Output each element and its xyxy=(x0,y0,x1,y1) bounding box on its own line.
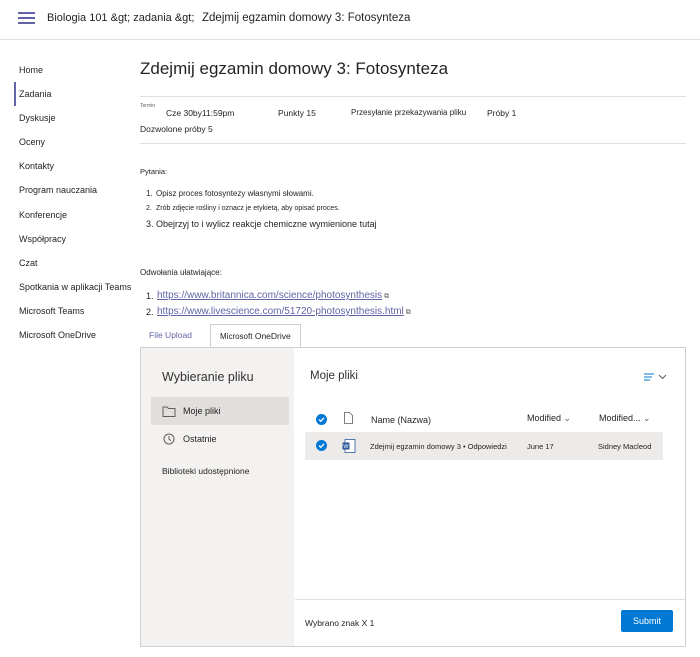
submit-button[interactable]: Submit xyxy=(621,610,673,632)
file-type-icon xyxy=(344,412,353,424)
nav-item-collaborations[interactable]: Współpracy xyxy=(14,227,136,251)
chevron-down-icon: ⌄ xyxy=(643,413,651,423)
folder-icon xyxy=(162,406,176,417)
references-list: 1. https://www.britannica.com/science/pho… xyxy=(146,289,411,321)
attempts: Próby 1 xyxy=(487,108,517,118)
onedrive-file-picker: Wybieranie pliku Moje pliki Ostatnie Bib… xyxy=(140,347,686,647)
submission-type: Przesyłanie przekazywania pliku xyxy=(351,108,467,117)
tab-file-upload[interactable]: File Upload xyxy=(140,324,201,348)
nav-item-chat[interactable]: Czat xyxy=(14,251,136,275)
column-modified-by[interactable]: Modified... ⌄ xyxy=(599,413,651,424)
file-modified-by: Sidney Macleod xyxy=(598,442,652,451)
questions-label: Pytania: xyxy=(140,167,168,176)
file-list-header: Name (Nazwa) Modified ⌄ Modified... ⌄ xyxy=(295,406,675,432)
view-options-icon[interactable] xyxy=(643,370,669,384)
question-item: 1. Opisz proces fotosyntezy własnymi słow… xyxy=(146,189,314,198)
picker-nav-label: Ostatnie xyxy=(183,434,217,444)
due-date: Cze 30by11:59pm xyxy=(166,108,235,118)
nav-item-syllabus[interactable]: Program nauczania xyxy=(14,178,136,202)
file-name: Zdejmij egzamin domowy 3 • Odpowiedzi xyxy=(370,442,507,451)
column-name[interactable]: Name (Nazwa) xyxy=(371,415,431,425)
meta-divider xyxy=(140,143,686,144)
questions-list: 1. Opisz proces fotosyntezy własnymi słow… xyxy=(146,188,377,233)
picker-footer-divider xyxy=(295,599,685,600)
picker-title: Wybieranie pliku xyxy=(162,370,254,384)
nav-item-home[interactable]: Home xyxy=(14,58,136,82)
breadcrumb-course[interactable]: Biologia 101 &gt; zadania &gt; xyxy=(47,12,194,24)
tab-brand-label: Microsoft xyxy=(220,332,253,341)
question-item: 3. Obejrzyj to i wylicz reakcje chemiczne… xyxy=(146,219,377,229)
word-document-icon: W xyxy=(342,439,356,453)
picker-nav-label: Moje pliki xyxy=(183,406,221,416)
file-modified: June 17 xyxy=(527,442,554,451)
clock-icon xyxy=(163,433,175,445)
nav-item-microsoft-teams[interactable]: Microsoft Teams xyxy=(14,299,136,323)
allowed-attempts: Dozwolone próby 5 xyxy=(140,124,213,134)
due-label: Termin xyxy=(140,103,156,109)
file-list-title: Moje pliki xyxy=(310,370,358,382)
picker-nav-recent[interactable]: Ostatnie xyxy=(151,425,289,453)
row-check-icon[interactable] xyxy=(316,440,327,451)
hamburger-menu-icon[interactable] xyxy=(18,12,35,24)
picker-nav-my-files[interactable]: Moje pliki xyxy=(151,397,289,425)
top-bar: Biologia 101 &gt; zadania &gt; Zdejmij e… xyxy=(0,0,700,40)
chevron-down-icon: ⌄ xyxy=(563,413,572,423)
page-title: Zdejmij egzamin domowy 3: Fotosynteza xyxy=(140,59,449,78)
select-all-check-icon[interactable] xyxy=(316,414,327,425)
column-modified-label: Modified xyxy=(527,413,562,423)
selected-count: Wybrano znak X 1 xyxy=(305,618,375,628)
course-navigation: Home Zadania Dyskusje Oceny Kontakty Pro… xyxy=(14,58,136,347)
title-divider xyxy=(140,96,686,97)
reference-link[interactable]: https://www.livescience.com/51720-photos… xyxy=(157,306,404,317)
references-label: Odwołania ułatwiające: xyxy=(140,268,222,277)
points: Punkty 15 xyxy=(278,108,316,118)
nav-item-teams-meetings[interactable]: Spotkania w aplikacji Teams xyxy=(14,275,136,299)
reference-item: 2. https://www.livescience.com/51720-phot… xyxy=(146,306,411,317)
external-link-icon: ⧉ xyxy=(384,293,390,300)
picker-file-list: Moje pliki Name (Nazwa) Modified ⌄ Modif… xyxy=(295,348,685,646)
question-item: 2. Zrób zdjęcie rośliny i oznacz je etyki… xyxy=(146,205,340,212)
nav-item-assignments[interactable]: Zadania xyxy=(14,82,136,107)
reference-item: 1. https://www.britannica.com/science/pho… xyxy=(146,290,390,301)
tab-microsoft-onedrive[interactable]: Microsoft OneDrive xyxy=(210,324,301,348)
nav-item-grades[interactable]: Oceny xyxy=(14,130,136,154)
nav-item-discussions[interactable]: Dyskusje xyxy=(14,106,136,130)
nav-item-microsoft-onedrive[interactable]: Microsoft OneDrive xyxy=(14,323,136,347)
column-modified-by-label: Modified... xyxy=(599,413,641,423)
nav-item-people[interactable]: Kontakty xyxy=(14,154,136,178)
svg-text:W: W xyxy=(343,444,349,450)
external-link-icon: ⧉ xyxy=(405,309,411,316)
picker-nav-shared-libraries[interactable]: Biblioteki udostępnione xyxy=(162,466,249,476)
file-row[interactable]: W Zdejmij egzamin domowy 3 • Odpowiedzi … xyxy=(305,432,663,460)
picker-sidebar: Wybieranie pliku Moje pliki Ostatnie Bib… xyxy=(141,348,294,646)
nav-item-conferences[interactable]: Konferencje xyxy=(14,203,136,227)
reference-link[interactable]: https://www.britannica.com/science/photo… xyxy=(157,290,382,301)
column-modified[interactable]: Modified ⌄ xyxy=(527,413,571,424)
tab-onedrive-label: OneDrive xyxy=(254,331,291,341)
breadcrumb-current: Zdejmij egzamin domowy 3: Fotosynteza xyxy=(202,12,411,24)
